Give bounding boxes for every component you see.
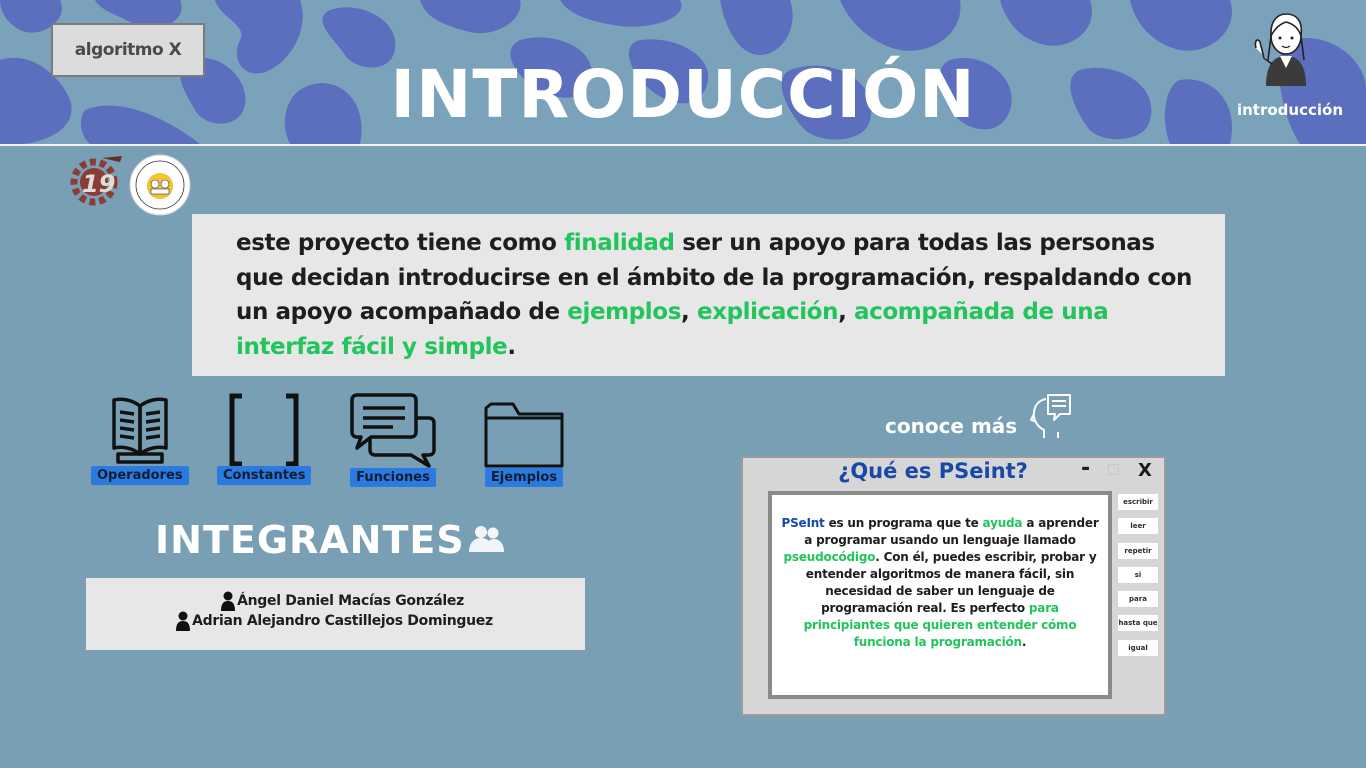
feature-operadores[interactable]: Operadores <box>91 392 189 485</box>
learn-more-link[interactable]: conoce más <box>885 414 1017 438</box>
cmd-igual-button[interactable]: igual <box>1118 639 1158 656</box>
window-title: ¿Qué es PSeint? <box>838 459 1028 483</box>
window-content: PSeInt es un programa que te ayuda a apr… <box>768 491 1112 695</box>
folder-icon <box>484 402 564 468</box>
intro-segment: . <box>507 333 516 360</box>
feature-label: Constantes <box>217 466 312 485</box>
person-icon <box>176 611 191 631</box>
cmd-leer-button[interactable]: leer <box>1118 518 1158 535</box>
desc-segment: PSeInt <box>781 516 825 530</box>
header-divider <box>0 144 1366 146</box>
pseint-window: ¿Qué es PSeint? - X PSeInt es un program… <box>741 456 1166 716</box>
member-name: Ángel Daniel Macías González <box>237 593 464 609</box>
desc-segment: pseudocódigo <box>783 550 876 564</box>
members-panel: Ángel Daniel Macías González Adrian Alej… <box>86 578 585 650</box>
intro-segment: este proyecto tiene como <box>236 230 565 256</box>
intro-segment: , <box>680 299 697 325</box>
feature-funciones[interactable]: Funciones <box>349 392 437 487</box>
intro-highlight: explicación <box>696 299 839 325</box>
cmd-para-button[interactable]: para <box>1118 591 1158 608</box>
member-item: Adrian Alejandro Castillejos Dominguez <box>84 611 585 631</box>
group-icon <box>469 526 504 552</box>
thinking-head-icon <box>1030 394 1071 438</box>
maximize-button[interactable] <box>1108 464 1119 475</box>
close-button[interactable]: X <box>1138 460 1152 481</box>
desc-segment: . <box>1021 635 1027 649</box>
intro-highlight: finalidad <box>564 230 675 256</box>
pseint-description: PSeInt es un programa que te ayuda a apr… <box>780 515 1100 651</box>
desc-segment: ayuda <box>982 516 1023 530</box>
intro-highlight: ejemplos <box>567 299 681 325</box>
feature-label: Ejemplos <box>484 468 564 487</box>
feature-label: Operadores <box>91 466 189 485</box>
intro-text: este proyecto tiene como finalidad ser u… <box>236 226 1195 364</box>
feature-constantes[interactable]: Constantes <box>217 392 312 485</box>
cmd-repetir-button[interactable]: repetir <box>1118 542 1158 559</box>
person-icon <box>221 591 236 611</box>
book-icon <box>112 397 168 464</box>
chat-bubbles-icon <box>350 393 436 468</box>
svg-text:19: 19 <box>82 170 115 198</box>
brackets-icon <box>229 393 299 466</box>
member-name: Adrian Alejandro Castillejos Dominguez <box>192 613 493 629</box>
avatar <box>1254 13 1306 86</box>
horizontal-scrollbar[interactable] <box>768 695 1112 699</box>
cmd-hasta-que-button[interactable]: hasta que <box>1118 615 1158 632</box>
gear-19-logo: 19 <box>70 156 122 206</box>
intro-panel: este proyecto tiene como finalidad ser u… <box>192 214 1225 376</box>
member-item: Ángel Daniel Macías González <box>100 591 585 611</box>
command-sidebar: escribir leer repetir si para hasta que … <box>1118 494 1158 664</box>
page-title: INTRODUCCIÓN <box>390 56 976 133</box>
cmd-si-button[interactable]: si <box>1118 566 1158 583</box>
team-title: INTEGRANTES <box>155 518 465 562</box>
minimize-button[interactable]: - <box>1081 456 1090 481</box>
section-label: introducción <box>1236 101 1344 119</box>
desc-segment: es un programa que te <box>824 516 983 530</box>
feature-ejemplos[interactable]: Ejemplos <box>483 400 565 487</box>
feature-label: Funciones <box>350 468 436 487</box>
algoritmo-x-seal-logo <box>129 154 191 216</box>
cmd-escribir-button[interactable]: escribir <box>1118 494 1158 510</box>
intro-segment: , <box>838 299 855 325</box>
